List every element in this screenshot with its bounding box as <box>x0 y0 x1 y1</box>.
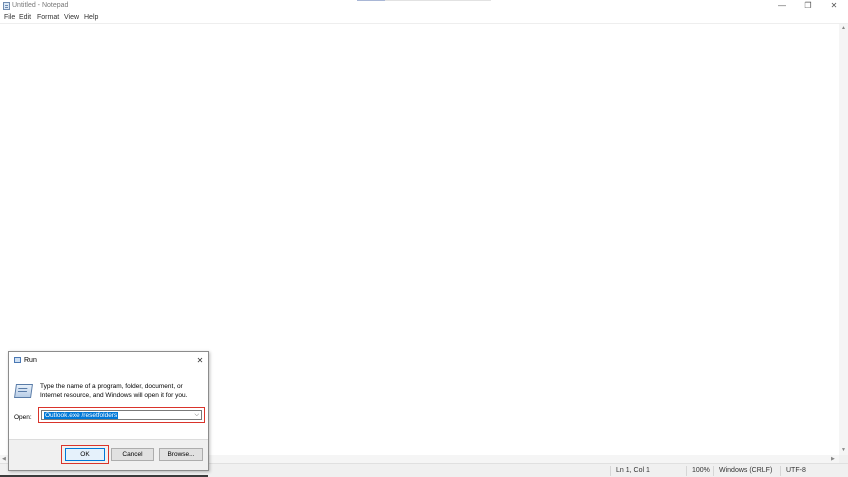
window-title: Untitled - Notepad <box>12 2 69 9</box>
browse-button[interactable]: Browse... <box>159 448 203 461</box>
close-button[interactable]: ✕ <box>824 1 844 11</box>
status-position: Ln 1, Col 1 <box>616 467 650 474</box>
notepad-icon <box>3 2 10 10</box>
status-divider <box>610 466 611 476</box>
status-encoding: UTF-8 <box>786 467 806 474</box>
open-combobox[interactable]: Outlook.exe /resetfolders ⌵ <box>41 410 202 420</box>
run-close-button[interactable]: ✕ <box>194 355 206 366</box>
status-line-endings: Windows (CRLF) <box>719 467 773 474</box>
scroll-left-icon[interactable]: ◀ <box>2 456 6 462</box>
open-field-highlight: Outlook.exe /resetfolders ⌵ <box>38 407 205 423</box>
restore-button[interactable]: ❐ <box>798 1 818 11</box>
run-description: Type the name of a program, folder, docu… <box>40 383 188 399</box>
menu-edit[interactable]: Edit <box>19 14 31 21</box>
menu-bar: File Edit Format View Help <box>0 13 848 23</box>
open-field-value[interactable]: Outlook.exe /resetfolders <box>44 412 119 419</box>
run-dialog: Run ✕ Type the name of a program, folder… <box>8 351 209 471</box>
cancel-button[interactable]: Cancel <box>111 448 154 461</box>
title-bar: Untitled - Notepad — ❐ ✕ <box>0 0 848 12</box>
scroll-down-icon[interactable]: ▼ <box>841 447 846 453</box>
menu-file[interactable]: File <box>4 14 15 21</box>
status-divider <box>780 466 781 476</box>
run-dialog-title: Run <box>24 357 37 364</box>
title-bar-line <box>385 0 491 1</box>
scroll-up-icon[interactable]: ▲ <box>841 25 846 31</box>
minimize-button[interactable]: — <box>772 1 792 11</box>
vertical-scrollbar[interactable]: ▲ ▼ <box>839 24 848 455</box>
status-zoom: 100% <box>692 467 710 474</box>
open-label: Open: <box>14 414 32 421</box>
ok-button-highlight: OK <box>61 445 109 464</box>
ok-button[interactable]: OK <box>65 448 105 461</box>
status-divider <box>686 466 687 476</box>
scrollbar-corner <box>839 455 848 463</box>
menu-view[interactable]: View <box>64 14 79 21</box>
run-program-icon <box>14 384 33 398</box>
menu-format[interactable]: Format <box>37 14 59 21</box>
scroll-right-icon[interactable]: ▶ <box>831 456 835 462</box>
chevron-down-icon[interactable]: ⌵ <box>194 411 199 420</box>
run-body: Type the name of a program, folder, docu… <box>9 369 208 439</box>
menu-help[interactable]: Help <box>84 14 98 21</box>
status-divider <box>713 466 714 476</box>
title-bar-accent <box>357 0 385 1</box>
run-icon <box>14 357 21 363</box>
run-footer: OK Cancel Browse... <box>9 439 208 470</box>
run-title-bar: Run ✕ <box>9 352 208 369</box>
